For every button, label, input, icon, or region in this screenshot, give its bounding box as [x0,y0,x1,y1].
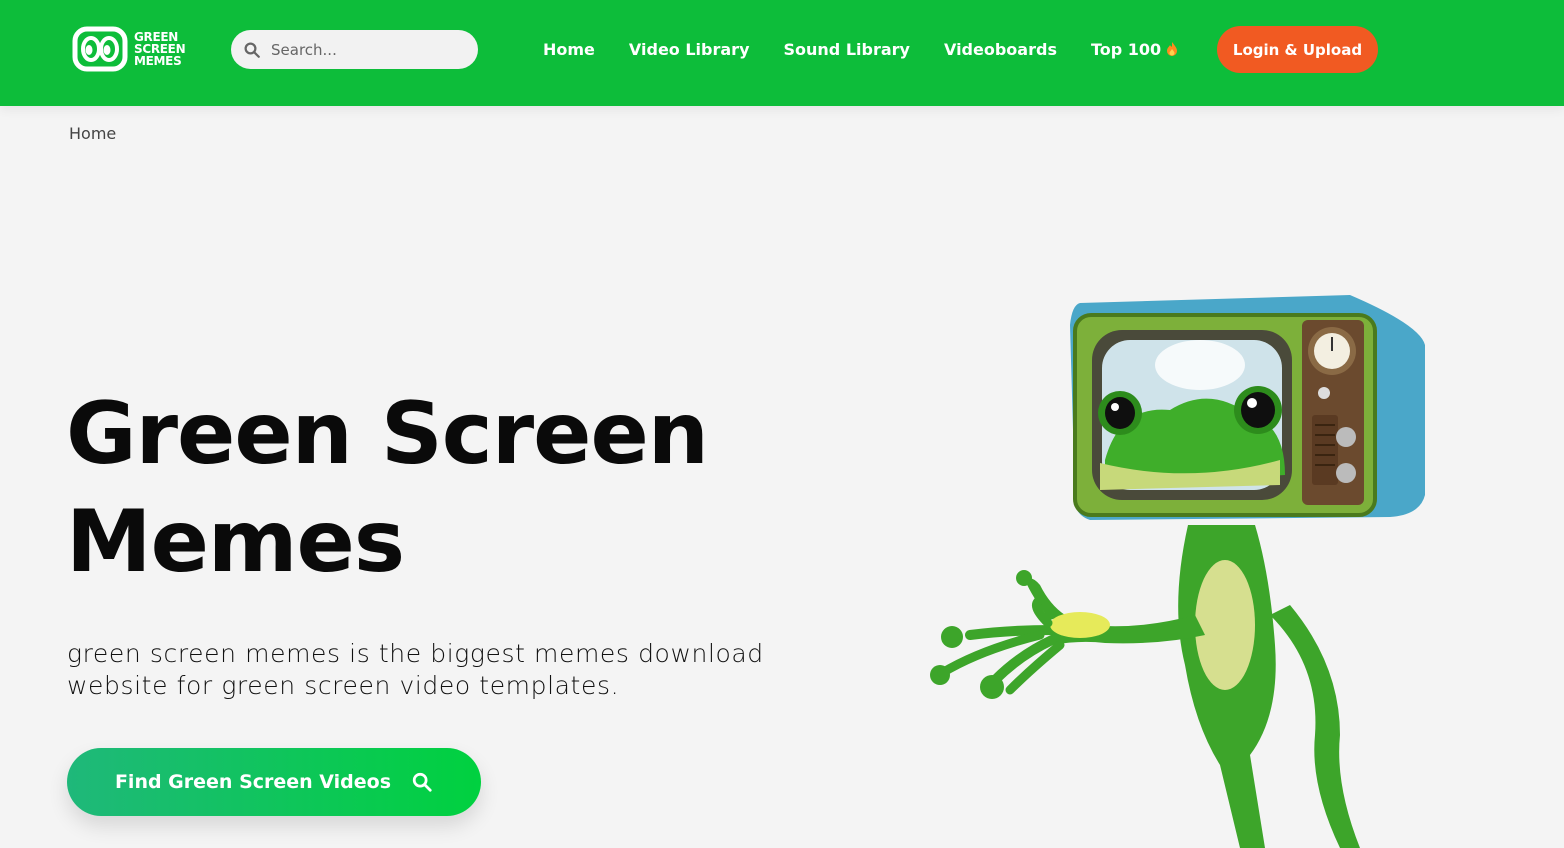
nav-videoboards[interactable]: Videoboards [944,37,1057,61]
cta-label: Find Green Screen Videos [114,771,392,793]
nav-top-100[interactable]: Top 100 [1091,37,1178,61]
main-nav: Home Video Library Sound Library Videobo… [543,37,1212,61]
logo-wordmark: GREEN SCREEN MEMES [134,31,186,68]
site-header: GREEN SCREEN MEMES Home Video Library So… [0,0,1564,106]
search-icon [412,772,432,792]
hero-subtitle: green screen memes is the biggest memes … [67,638,867,702]
nav-label: Sound Library [783,39,910,59]
site-logo[interactable]: GREEN SCREEN MEMES [72,26,186,72]
logo-line: MEMES [134,54,182,68]
search-icon [244,42,260,58]
hero-title-line: Green Screen [66,384,709,484]
nav-label: Video Library [628,39,750,59]
nav-label: Videoboards [943,39,1057,59]
search-input[interactable] [271,40,461,59]
login-upload-button[interactable]: Login & Upload [1217,26,1378,73]
nav-label: Top 100 [1090,39,1162,59]
hero-title-line: Memes [66,492,405,592]
nav-label: Home [543,39,595,59]
hero-subtitle-line: website for green screen video templates… [67,671,620,700]
search-bar [231,30,478,69]
frog-tv-head-illustration [930,295,1425,848]
breadcrumb[interactable]: Home [69,124,116,143]
hero-title: Green Screen Memes [66,380,886,596]
nav-sound-library[interactable]: Sound Library [784,37,910,61]
nav-home[interactable]: Home [543,37,595,61]
fire-icon [1167,42,1178,56]
nav-video-library[interactable]: Video Library [629,37,750,61]
hero-subtitle-line: green screen memes is the biggest memes … [67,639,764,668]
eyes-logo-icon [72,26,128,72]
find-videos-button[interactable]: Find Green Screen Videos [67,748,481,816]
